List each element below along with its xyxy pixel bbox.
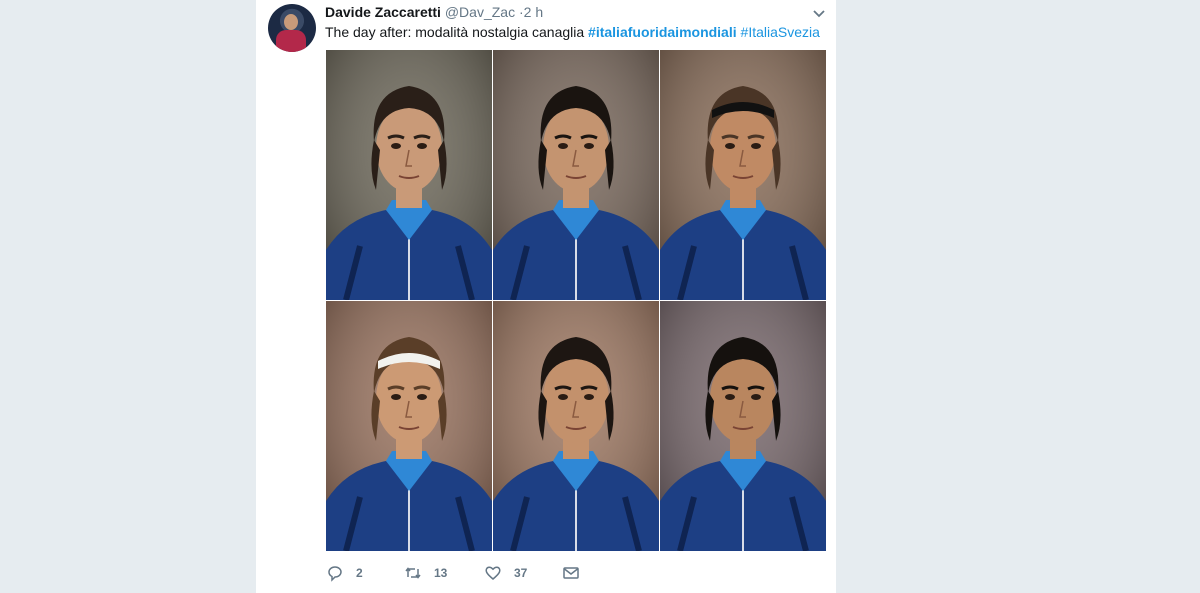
- tweet-actions: 2 13 37: [326, 562, 626, 584]
- reply-button[interactable]: 2: [326, 564, 404, 582]
- avatar-face: [284, 14, 298, 30]
- photo-tile[interactable]: [326, 301, 492, 551]
- avatar-body: [276, 30, 306, 52]
- photo-tile[interactable]: [660, 301, 826, 551]
- author-avatar[interactable]: [268, 4, 316, 52]
- hashtag-link-italiasvezia[interactable]: #ItaliaSvezia: [741, 24, 820, 40]
- photo-tile[interactable]: [493, 301, 659, 551]
- like-count: 37: [514, 566, 528, 580]
- photo-tile[interactable]: [660, 50, 826, 300]
- photo-tile[interactable]: [493, 50, 659, 300]
- direct-message-button[interactable]: [562, 564, 580, 582]
- media-grid[interactable]: [326, 50, 826, 551]
- reply-count: 2: [356, 566, 363, 580]
- tweet-timestamp[interactable]: 2 h: [524, 4, 543, 20]
- tweet-text-body: The day after: modalità nostalgia canagl…: [325, 24, 589, 40]
- envelope-icon: [563, 567, 579, 579]
- author-name[interactable]: Davide Zaccaretti: [325, 4, 441, 20]
- tweet-card: Davide Zaccaretti @Dav_Zac ·2 h The day …: [256, 0, 836, 593]
- tweet-header: Davide Zaccaretti @Dav_Zac ·2 h: [325, 3, 825, 21]
- retweet-button[interactable]: 13: [404, 564, 484, 582]
- author-handle[interactable]: @Dav_Zac: [445, 4, 515, 20]
- heart-icon: [485, 566, 501, 580]
- reply-icon: [328, 566, 342, 582]
- retweet-icon: [405, 567, 421, 579]
- chevron-down-icon[interactable]: [812, 6, 826, 18]
- photo-tile[interactable]: [326, 50, 492, 300]
- like-button[interactable]: 37: [484, 564, 562, 582]
- hashtag-link-italiafuoridaimondiali[interactable]: #italiafuoridaimondiali: [588, 24, 737, 40]
- tweet-text: The day after: modalità nostalgia canagl…: [325, 23, 830, 41]
- retweet-count: 13: [434, 566, 448, 580]
